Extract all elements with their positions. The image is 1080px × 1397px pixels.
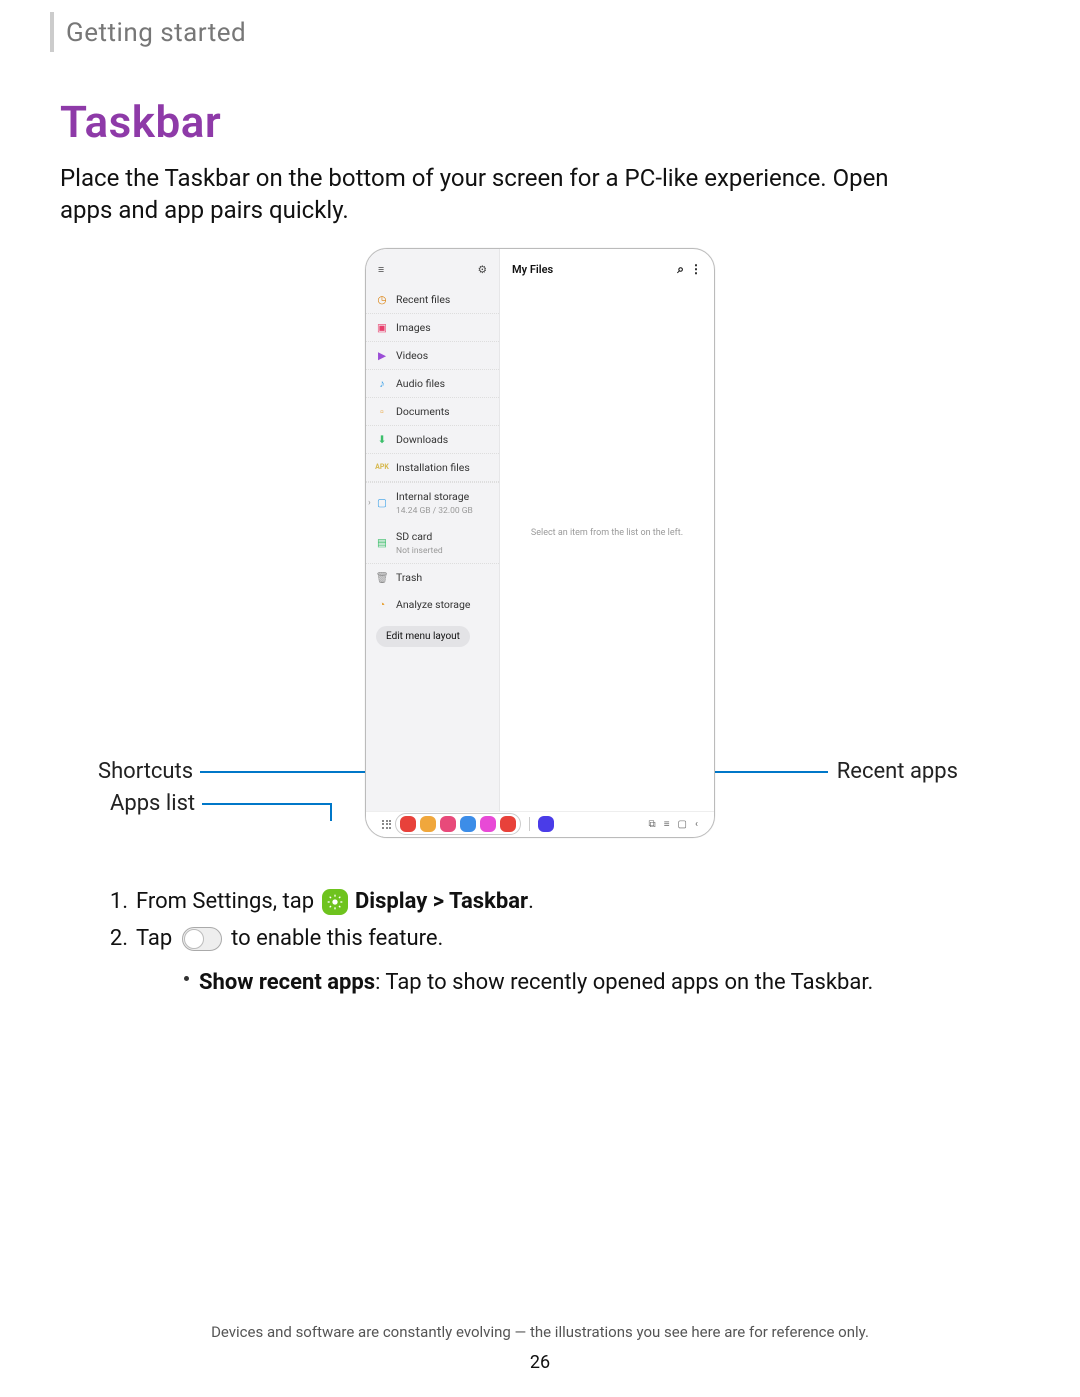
step-2: 2. Tap to enable this feature. [104,920,1020,957]
gear-icon: ⚙ [478,263,487,276]
empty-placeholder: Select an item from the list on the left… [500,290,714,837]
display-icon [322,889,348,915]
storage-icon: ▢ [376,497,388,509]
trash-icon: 🗑 [376,571,388,583]
illustration: Shortcuts Apps list Recent apps ≡ ⚙ [60,245,1020,865]
sidebar-item-label: Recent files [396,293,450,306]
taskbar-recent-app [538,816,554,832]
toggle-icon [182,927,222,951]
sdcard-label: SD card [396,530,432,543]
taskbar-app-icon [400,816,416,832]
analyze-icon: ◔ [376,598,388,610]
taskbar-app-icon [480,816,496,832]
intro-text: Place the Taskbar on the bottom of your … [60,162,930,227]
callout-apps-list-label: Apps list [110,791,195,816]
step2-post: to enable this feature. [231,926,443,951]
section-label: Getting started [60,0,1020,48]
callout-shortcuts: Shortcuts [98,759,193,784]
taskbar-shortcuts [395,813,521,835]
page-number: 26 [0,1352,1080,1373]
sidebar-item-label: Videos [396,349,428,362]
step2-bullet: Show recent apps: Tap to show recently o… [104,964,1020,1001]
callout-recent-apps: Recent apps [837,759,958,784]
taskbar-app-icon [460,816,476,832]
bullet-rest: : Tap to show recently opened apps on th… [375,970,873,995]
footer-note: Devices and software are constantly evol… [0,1323,1080,1341]
app-title: My Files [512,263,553,276]
sidebar-item: ▣ Images [366,314,499,342]
step1-pre: From Settings, tap [136,889,314,914]
back-nav-icon: ‹ [695,819,698,830]
step1-bold: Display > Taskbar [355,889,528,914]
cat-icon: ▶ [376,349,388,361]
cat-icon: ▫ [376,405,388,417]
cat-icon: ▣ [376,321,388,333]
sidebar-item: ▶ Videos [366,342,499,370]
recents-nav-icon: ≡ [664,819,670,830]
cat-icon: APK [376,461,388,473]
sidebar-item-label: Installation files [396,461,470,474]
sidebar-item: ♪ Audio files [366,370,499,398]
callout-recent-apps-label: Recent apps [837,759,958,784]
taskbar-app-icon [420,816,436,832]
internal-storage-sub: 14.24 GB / 32.00 GB [396,506,473,516]
internal-storage-label: Internal storage [396,490,469,503]
sidebar: ≡ ⚙ ◷ Recent files ▣ Images ▶ Videos ♪ Audio fi… [366,249,500,837]
callout-shortcuts-label: Shortcuts [98,759,193,784]
sidebar-item-label: Images [396,321,431,334]
sidebar-item: APK Installation files [366,454,499,482]
taskbar: ⧉ ≡ ▢ ‹ [366,811,714,837]
analyze-label: Analyze storage [396,598,470,611]
apps-grid-icon [382,820,391,829]
steps: 1. From Settings, tap Display > Taskbar.… [60,883,1020,1001]
home-nav-icon: ▢ [678,819,687,830]
step-1: 1. From Settings, tap Display > Taskbar. [104,883,1020,920]
taskbar-app-icon [500,816,516,832]
edit-menu-button: Edit menu layout [376,626,470,647]
sidebar-item-label: Audio files [396,377,445,390]
search-icon: ⌕ [677,262,684,277]
sidebar-item: ◷ Recent files [366,286,499,314]
bullet-bold: Show recent apps [199,970,375,995]
sidebar-item-label: Downloads [396,433,448,446]
sidebar-item: ▫ Documents [366,398,499,426]
sdcard-sub: Not inserted [396,546,443,556]
step2-pre: Tap [136,926,172,951]
trash-label: Trash [396,571,422,584]
sdcard-icon: ▤ [376,537,388,549]
cat-icon: ♪ [376,377,388,389]
cat-icon: ⬇ [376,433,388,445]
callout-apps-list: Apps list [110,791,195,816]
pair-icon: ⧉ [649,819,656,830]
sidebar-item-label: Documents [396,405,450,418]
more-icon: ⋮ [690,262,702,276]
sidebar-item: ⬇ Downloads [366,426,499,454]
hamburger-icon: ≡ [378,263,384,276]
taskbar-app-icon [440,816,456,832]
page-title: Taskbar [60,96,1020,148]
section-rule [50,12,54,52]
cat-icon: ◷ [376,293,388,305]
device-mock: ≡ ⚙ ◷ Recent files ▣ Images ▶ Videos ♪ Audio fi… [365,248,715,838]
